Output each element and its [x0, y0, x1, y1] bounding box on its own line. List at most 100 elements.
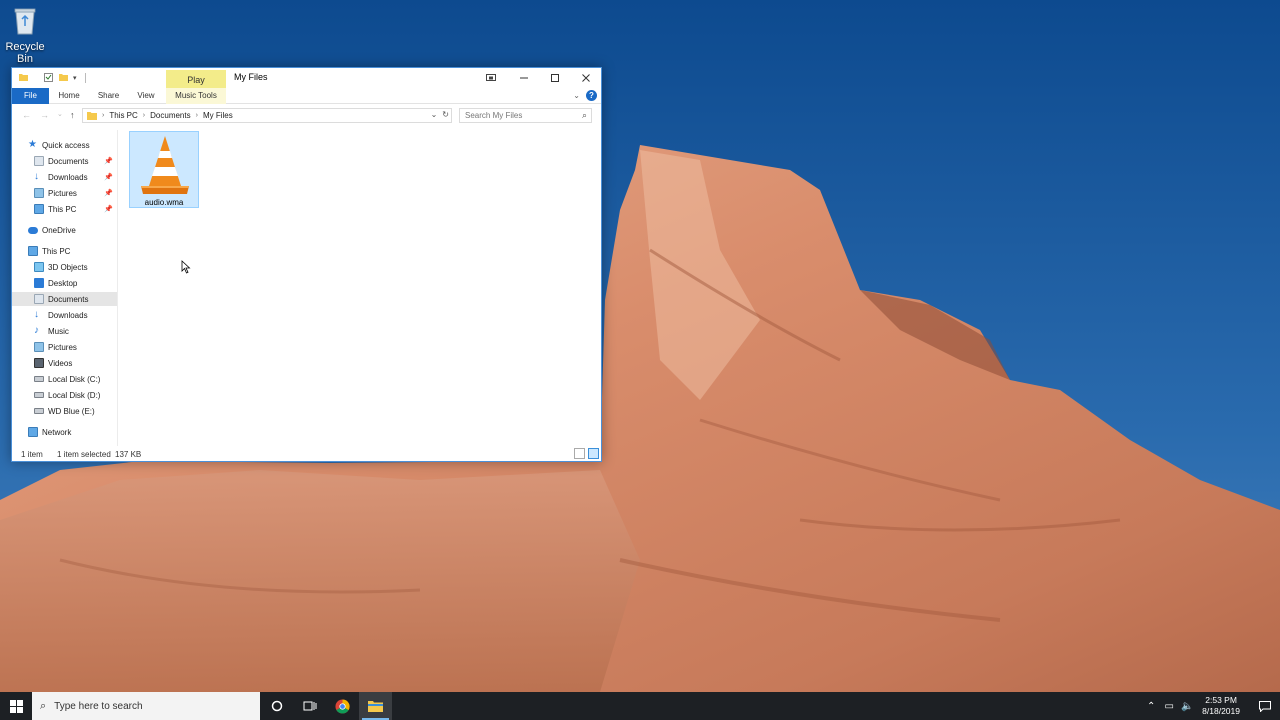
expand-ribbon-icon[interactable]: ⌄	[573, 91, 580, 100]
nav-network[interactable]: Network	[12, 425, 117, 439]
large-icons-view-icon[interactable]	[588, 448, 599, 459]
cortana-button[interactable]	[260, 692, 293, 720]
qat-separator	[84, 72, 86, 83]
file-explorer-taskbar-button[interactable]	[359, 692, 392, 720]
address-dropdown-icon[interactable]: ⌄	[431, 110, 438, 119]
file-list[interactable]: audio.wma	[119, 130, 601, 446]
properties-icon[interactable]	[43, 72, 54, 83]
cortana-circle-icon	[271, 700, 282, 712]
system-tray: ⌃ ▭ 🔈 2:53 PM 8/18/2019	[1142, 692, 1280, 720]
title-bar[interactable]: ▾ Play My Files	[12, 68, 601, 88]
nav-music[interactable]: ♪ Music	[12, 324, 117, 338]
downloads-icon: ↓	[34, 309, 39, 320]
help-icon[interactable]: ?	[586, 90, 597, 101]
tab-home[interactable]: Home	[57, 88, 81, 104]
file-explorer-window[interactable]: ▾ Play My Files File Home Share View Mus…	[11, 67, 602, 462]
details-view-icon[interactable]	[574, 448, 585, 459]
clock-time: 2:53 PM	[1205, 695, 1237, 705]
tab-share[interactable]: Share	[95, 88, 122, 104]
nav-qa-this-pc[interactable]: This PC 📌	[12, 202, 117, 216]
chrome-taskbar-button[interactable]	[326, 692, 359, 720]
address-bar[interactable]: › This PC › Documents › My Files ⌄ ↻	[82, 108, 452, 123]
clock[interactable]: 2:53 PM 8/18/2019	[1202, 695, 1240, 717]
desktop-icon	[34, 278, 44, 288]
ribbon-tabs: File Home Share View Music Tools ⌄ ?	[12, 88, 601, 104]
cube-icon	[34, 262, 44, 272]
recycle-bin-icon	[14, 8, 36, 35]
cast-icon[interactable]	[474, 68, 508, 88]
nav-onedrive[interactable]: OneDrive	[12, 223, 117, 237]
new-folder-icon[interactable]	[58, 72, 69, 83]
breadcrumb-documents[interactable]: Documents	[150, 111, 190, 120]
volume-icon[interactable]: 🔈	[1179, 701, 1195, 712]
recycle-bin[interactable]: Recycle Bin	[2, 4, 48, 65]
network-icon	[28, 427, 38, 437]
forward-arrow-icon[interactable]: →	[40, 110, 49, 120]
contextual-tab-play[interactable]: Play	[166, 70, 226, 88]
drive-icon	[34, 376, 44, 382]
mouse-cursor-icon	[181, 260, 191, 274]
nav-qa-downloads[interactable]: ↓ Downloads 📌	[12, 170, 117, 184]
nav-quick-access[interactable]: ★ Quick access	[12, 138, 117, 152]
tab-view[interactable]: View	[134, 88, 158, 104]
file-item[interactable]: audio.wma	[129, 131, 199, 208]
chevron-up-icon[interactable]: ⌃	[1143, 701, 1159, 712]
nav-videos[interactable]: Videos	[12, 356, 117, 370]
nav-qa-documents[interactable]: Documents 📌	[12, 154, 117, 168]
cloud-icon	[28, 226, 38, 234]
maximize-button[interactable]	[539, 68, 570, 88]
pin-icon: 📌	[104, 206, 113, 213]
quick-access-toolbar: ▾	[18, 72, 86, 83]
minimize-button[interactable]	[508, 68, 539, 88]
computer-icon	[34, 204, 44, 214]
nav-documents[interactable]: Documents	[12, 292, 117, 306]
tab-file[interactable]: File	[12, 88, 49, 104]
nav-downloads[interactable]: ↓ Downloads	[12, 308, 117, 322]
breadcrumb-my-files[interactable]: My Files	[203, 111, 233, 120]
nav-3d-objects[interactable]: 3D Objects	[12, 260, 117, 274]
taskbar-search-box[interactable]: ⌕ Type here to search	[32, 692, 260, 720]
nav-pictures[interactable]: Pictures	[12, 340, 117, 354]
nav-this-pc[interactable]: This PC	[12, 244, 117, 258]
action-center-button[interactable]	[1250, 692, 1280, 720]
start-button[interactable]	[0, 692, 32, 720]
breadcrumb-separator-icon: ›	[142, 112, 146, 119]
pin-icon: 📌	[104, 190, 113, 197]
back-arrow-icon[interactable]: ←	[22, 110, 31, 120]
search-icon: ⌕	[40, 699, 47, 712]
pin-icon: 📌	[104, 174, 113, 181]
customize-qat-icon[interactable]: ▾	[73, 74, 77, 82]
file-explorer-icon	[368, 700, 383, 712]
close-button[interactable]	[570, 68, 601, 88]
search-placeholder: Search My Files	[465, 111, 523, 120]
chrome-icon	[335, 698, 350, 714]
search-icon: ⌕	[581, 110, 587, 120]
breadcrumb-separator-icon: ›	[102, 112, 105, 119]
up-arrow-icon[interactable]: ↑	[70, 110, 75, 120]
pin-icon: 📌	[104, 158, 113, 165]
music-note-icon: ♪	[34, 325, 39, 336]
nav-wd-blue-e[interactable]: WD Blue (E:)	[12, 404, 117, 418]
tab-music-tools[interactable]: Music Tools	[166, 88, 226, 104]
nav-qa-pictures[interactable]: Pictures 📌	[12, 186, 117, 200]
network-status-icon[interactable]: ▭	[1161, 701, 1177, 712]
recent-locations-icon[interactable]: ⌄	[57, 110, 63, 118]
clock-date: 8/18/2019	[1202, 706, 1240, 716]
search-input[interactable]: Search My Files ⌕	[459, 108, 592, 123]
nav-local-disk-d[interactable]: Local Disk (D:)	[12, 388, 117, 402]
navigation-pane[interactable]: ★ Quick access Documents 📌 ↓ Downloads 📌 Pic…	[12, 130, 118, 446]
status-item-count: 1 item	[21, 450, 43, 459]
breadcrumb-this-pc[interactable]: This PC	[109, 111, 137, 120]
film-icon	[34, 358, 44, 368]
breadcrumb-separator-icon: ›	[195, 112, 198, 119]
refresh-icon[interactable]: ↻	[442, 110, 449, 119]
computer-icon	[28, 246, 38, 256]
task-view-button[interactable]	[293, 692, 326, 720]
nav-desktop[interactable]: Desktop	[12, 276, 117, 290]
file-name: audio.wma	[144, 198, 184, 207]
taskbar: ⌕ Type here to search ⌃ ▭ 🔈 2:53 PM 8/18…	[0, 692, 1280, 720]
nav-local-disk-c[interactable]: Local Disk (C:)	[12, 372, 117, 386]
drive-icon	[34, 392, 44, 398]
folder-icon	[87, 112, 97, 120]
window-title: My Files	[234, 72, 268, 82]
